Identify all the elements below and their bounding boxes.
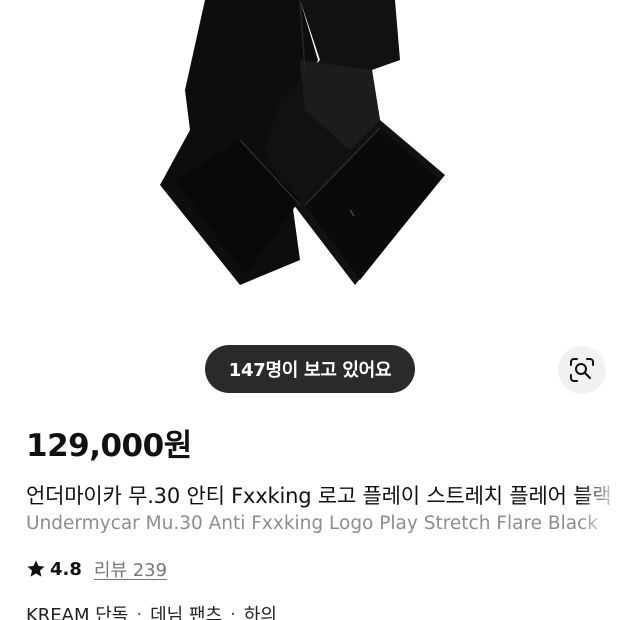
image-search-button[interactable]: [558, 346, 606, 394]
product-price: 129,000원: [26, 428, 192, 464]
category-separator: ·: [230, 603, 236, 620]
product-title-korean: 언더마이카 무.30 안티 Fxxking 로고 플레이 스트레치 플레어 블랙: [26, 484, 612, 508]
category-item[interactable]: 데님 팬츠: [150, 601, 222, 620]
rating-row: 4.8 리뷰 239: [26, 556, 167, 582]
viewer-count-badge: 147명이 보고 있어요: [205, 345, 415, 393]
black-flare-pants-image: [160, 0, 445, 285]
product-title-english: Undermycar Mu.30 Anti Fxxking Logo Play …: [26, 513, 598, 534]
product-image[interactable]: [0, 0, 620, 330]
star-icon: [27, 560, 45, 577]
category-separator: ·: [136, 603, 143, 620]
category-item[interactable]: KREAM 단독: [26, 601, 128, 620]
lens-search-icon: [570, 358, 594, 382]
category-breadcrumb: KREAM 단독 · 데님 팬츠 · 하의: [26, 601, 277, 620]
review-count-link[interactable]: 리뷰 239: [94, 556, 167, 582]
viewer-count-label: 147명이 보고 있어요: [228, 360, 392, 381]
rating-value: 4.8: [50, 558, 82, 580]
title-fade-overlay: [580, 478, 620, 538]
category-item[interactable]: 하의: [244, 601, 277, 620]
